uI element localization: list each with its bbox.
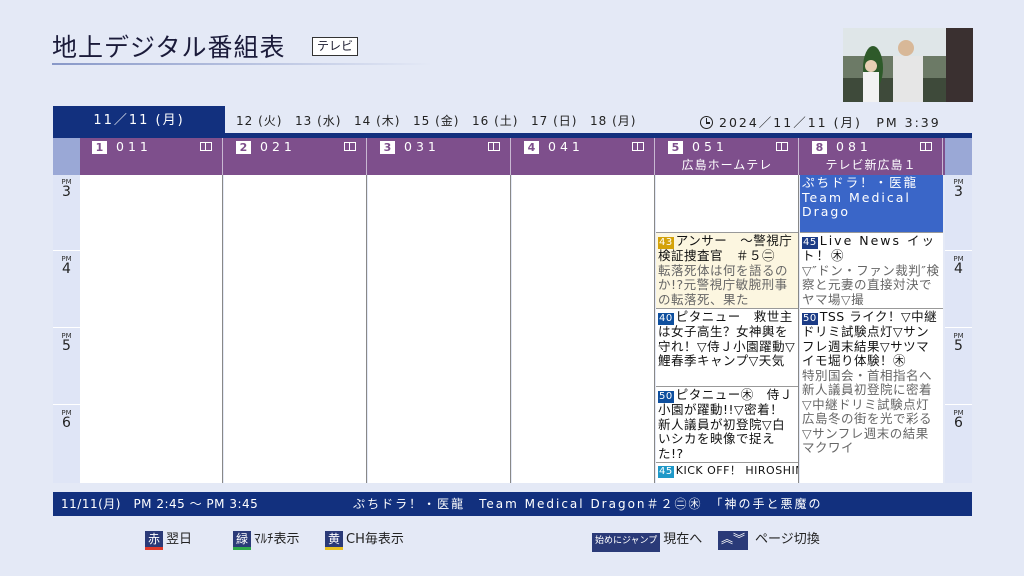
channel-code: 081 (836, 139, 872, 154)
channel-header-021[interactable]: 2 021 (224, 138, 367, 175)
program-description: ▽″ドン・ファン裁判″検察と元妻の直接対決でヤマ場▽撮 (802, 262, 940, 307)
channel-code: 041 (548, 139, 584, 154)
channel-column-011[interactable] (80, 175, 223, 483)
current-datetime: 2024／11／11 (月) PM 3:39 (700, 112, 941, 131)
hour-column-left: PM 3 PM 4 PM 5 PM 6 (53, 175, 80, 483)
channel-code: 011 (116, 139, 152, 154)
program-description: 特別国会・首相指名へ新人議員初登院に密着▽中継ドリミ試験点灯広島冬の街を光で彩る… (802, 367, 933, 455)
selected-program-infobar: 11/11(月) PM 2:45 ～ PM 3:45 ぷちドラ！・医龍 Team… (53, 492, 972, 516)
page-key-icon: ︽︾ (718, 531, 749, 550)
hour-marker: PM 4 (53, 252, 80, 328)
program-title: ピタニュー 救世主は女子高生？女神輿を守れ！▽侍Ｊ小園躍動▽鯉春季キャンプ▽天気 (658, 309, 796, 368)
yellow-key-icon: 黄 (325, 531, 344, 550)
jump-key-icon: 始めにジャンプ (592, 533, 661, 552)
program-title: KICK OFF！ HIROSHIM (675, 464, 798, 477)
channel-code: 031 (404, 139, 440, 154)
channel-header-051[interactable]: 5 051 広島ホームテレ (656, 138, 799, 175)
book-icon (488, 142, 500, 151)
book-icon (344, 142, 356, 151)
hour-marker: PM 3 (53, 175, 80, 251)
book-icon (776, 142, 788, 151)
channel-name: 広島ホームテレ (681, 158, 773, 172)
hour-column-right: PM 3 PM 4 PM 5 PM 6 (945, 175, 972, 483)
program-description: 転落死体は何を語るのか!?元警視庁敏腕刑事の転落死、果た (658, 262, 789, 307)
source-badge: テレビ (312, 37, 359, 56)
program-cell[interactable]: 50 ピタニュー㊍ 侍Ｊ小園が躍動!!▽密着！新人議員が初登院▽白いシカを映像で捉… (656, 387, 798, 463)
program-cell[interactable]: 43 アンサー ～警視庁検証捜査官 ＃５㊁ 転落死体は何を語るのか!?元警視庁敏腕… (656, 233, 798, 309)
program-title: Live News イット！㊍ (802, 233, 936, 263)
hour-marker: PM 6 (61, 409, 72, 431)
green-key-icon: 緑 (233, 531, 252, 550)
legend-next-day[interactable]: 赤翌日 (145, 528, 192, 550)
tab-day-14[interactable]: 14 (木) (354, 112, 400, 129)
legend-jump-now[interactable]: 始めにジャンプ 現在へ (592, 528, 702, 552)
legend-multi-display[interactable]: 緑ﾏﾙﾁ表示 (233, 528, 300, 550)
legend-label: 翌日 (166, 532, 193, 547)
tab-day-15[interactable]: 15 (金) (413, 112, 459, 129)
infobar-title: ぷちドラ！・医龍 Team Medical Dragon＃２㊁㊍ 「神の手と悪魔… (353, 497, 823, 511)
channel-name: テレビ新広島１ (825, 158, 917, 172)
hour-marker: PM 6 (953, 409, 964, 431)
tab-current-day[interactable]: 11／11 (月) (53, 106, 225, 134)
program-cell[interactable]: 50 TSS ライク！▽中継ドリミ試験点灯▽サンフレ週末結果▽サツマイモ堀り体験！… (800, 309, 943, 483)
legend-label: CH毎表示 (346, 532, 404, 547)
live-preview-thumbnail (843, 28, 973, 102)
channel-header-041[interactable]: 4 041 (512, 138, 655, 175)
red-key-icon: 赤 (145, 531, 164, 550)
program-title: アンサー ～警視庁検証捜査官 ＃５㊁ (658, 233, 793, 263)
tab-day-13[interactable]: 13 (水) (295, 112, 341, 129)
book-icon (200, 142, 212, 151)
clock-text: 2024／11／11 (月) PM 3:39 (719, 115, 941, 130)
start-minute: 45 (658, 466, 674, 478)
book-icon (920, 142, 932, 151)
channel-code: 051 (692, 139, 728, 154)
channel-number: 1 (92, 141, 107, 154)
program-cell[interactable]: 45 Live News イット！㊍ ▽″ドン・ファン裁判″検察と元妻の直接対決で… (800, 233, 943, 309)
channel-column-041[interactable] (512, 175, 655, 483)
page-title: 地上デジタル番組表 (52, 33, 286, 62)
book-icon (632, 142, 644, 151)
program-cell[interactable]: 40 ピタニュー 救世主は女子高生？女神輿を守れ！▽侍Ｊ小園躍動▽鯉春季キャンプ▽… (656, 309, 798, 387)
channel-number: 5 (668, 141, 683, 154)
program-title: ぷちドラ！・医龍 Team Medical Drago (802, 175, 933, 219)
legend-page-switch[interactable]: ︽︾ ページ切換 (718, 528, 820, 550)
program-cell[interactable]: 45 KICK OFF！ HIROSHIM (656, 463, 798, 483)
tab-day-12[interactable]: 12 (火) (236, 112, 282, 129)
title-underline (52, 63, 432, 65)
infobar-time: 11/11(月) PM 2:45 ～ PM 3:45 (61, 497, 259, 511)
channel-column-031[interactable] (368, 175, 511, 483)
tab-day-18[interactable]: 18 (月) (590, 112, 636, 129)
clock-icon (700, 116, 713, 129)
corner-left (53, 138, 80, 175)
program-title: TSS ライク！▽中継ドリミ試験点灯▽サンフレ週末結果▽サツマイモ堀り体験！㊍ (802, 309, 938, 368)
program-cell-empty[interactable] (656, 175, 798, 233)
legend-ch-display[interactable]: 黄 CH毎表示 (325, 528, 404, 550)
hour-marker: PM 3 (945, 175, 972, 251)
legend-label: ページ切換 (755, 532, 820, 547)
program-title: ピタニュー㊍ 侍Ｊ小園が躍動!!▽密着！新人議員が初登院▽白いシカを映像で捉えた… (658, 387, 793, 461)
channel-header-011[interactable]: 1 011 (80, 138, 223, 175)
channel-header-081[interactable]: 8 081 テレビ新広島１ (800, 138, 943, 175)
channel-number: 2 (236, 141, 251, 154)
tab-day-16[interactable]: 16 (土) (472, 112, 518, 129)
channel-header-031[interactable]: 3 031 (368, 138, 511, 175)
corner-right (945, 138, 972, 175)
channel-number: 3 (380, 141, 395, 154)
tab-day-17[interactable]: 17 (日) (531, 112, 577, 129)
hour-marker: PM 4 (945, 252, 972, 328)
program-cell-selected[interactable]: ぷちドラ！・医龍 Team Medical Drago (800, 175, 943, 233)
channel-column-051: 43 アンサー ～警視庁検証捜査官 ＃５㊁ 転落死体は何を語るのか!?元警視庁敏腕… (656, 175, 799, 483)
channel-number: 4 (524, 141, 539, 154)
channel-code: 021 (260, 139, 296, 154)
legend-label: 現在へ (663, 532, 703, 547)
channel-column-081: ぷちドラ！・医龍 Team Medical Drago 45 Live News … (800, 175, 943, 483)
hour-marker: PM 5 (945, 329, 972, 405)
channel-column-021[interactable] (224, 175, 367, 483)
channel-number: 8 (812, 141, 827, 154)
hour-marker: PM 5 (53, 329, 80, 405)
legend-label: ﾏﾙﾁ表示 (254, 532, 300, 547)
